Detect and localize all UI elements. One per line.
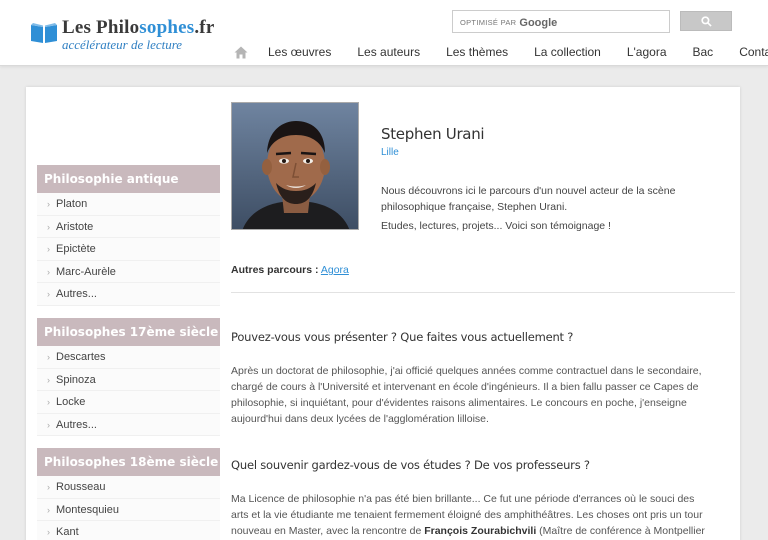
sidebar-heading[interactable]: Philosophie antique — [37, 165, 220, 193]
sidebar-item-autres[interactable]: › Autres... — [37, 283, 220, 306]
nav-agora[interactable]: L'agora — [627, 45, 667, 59]
open-book-icon — [31, 23, 57, 43]
nav-auteurs[interactable]: Les auteurs — [357, 45, 420, 59]
sidebar-item-kant[interactable]: › Kant — [37, 521, 220, 540]
sidebar-heading[interactable]: Philosophes 18ème siècle — [37, 448, 220, 476]
sidebar-item-autres[interactable]: › Autres... — [37, 414, 220, 436]
sidebar-item-aristote[interactable]: › Aristote — [37, 216, 220, 238]
chevron-right-icon: › — [47, 419, 50, 430]
chevron-right-icon: › — [47, 352, 50, 362]
sidebar-item-rousseau[interactable]: › Rousseau — [37, 476, 220, 499]
sidebar-item-spinoza[interactable]: › Spinoza — [37, 369, 220, 391]
search-input[interactable]: OPTIMISÉ PAR Google — [452, 10, 670, 33]
chevron-right-icon: › — [47, 527, 50, 537]
nav-collection[interactable]: La collection — [534, 45, 601, 59]
search-icon — [700, 15, 712, 27]
search-branding: OPTIMISÉ PAR Google — [460, 17, 558, 29]
chevron-right-icon: › — [47, 482, 50, 492]
sidebar-heading[interactable]: Philosophes 17ème siècle — [37, 318, 220, 346]
nav-themes[interactable]: Les thèmes — [446, 45, 508, 59]
main-nav: Les œuvres Les auteurs Les thèmes La col… — [226, 42, 768, 62]
profile-city[interactable]: Lille — [381, 147, 399, 158]
agora-link[interactable]: Agora — [321, 264, 349, 276]
logo-title: Les Philosophes.fr — [62, 17, 215, 38]
chevron-right-icon: › — [47, 244, 50, 254]
profile-name: Stephen Urani — [381, 125, 485, 143]
sidebar-section-17e: Philosophes 17ème siècle › Descartes › Spi… — [37, 318, 220, 436]
divider — [231, 292, 735, 293]
logo-tagline: accélérateur de lecture — [62, 37, 183, 52]
nav-home[interactable] — [226, 43, 256, 61]
other-paths: Autres parcours : Agora — [231, 264, 349, 276]
sidebar-section-18e: Philosophes 18ème siècle › Rousseau › Mont… — [37, 448, 220, 540]
google-wordmark: Google — [519, 17, 558, 29]
highlighted-name: François Zourabichvili — [424, 525, 537, 537]
sidebar-item-platon[interactable]: › Platon — [37, 193, 220, 216]
nav-contact[interactable]: Contact — [739, 45, 768, 59]
answer-paragraph: Après un doctorat de philosophie, j'ai o… — [231, 365, 702, 425]
other-paths-label: Autres parcours : — [231, 264, 319, 276]
profile-photo — [231, 102, 359, 230]
chevron-right-icon: › — [47, 504, 50, 515]
search-button[interactable] — [680, 11, 732, 31]
chevron-right-icon: › — [47, 221, 50, 232]
answer-paragraph: Ma Licence de philosophie n'a pas été bi… — [231, 493, 705, 537]
sidebar-item-descartes[interactable]: › Descartes — [37, 346, 220, 369]
nav-oeuvres[interactable]: Les œuvres — [268, 45, 331, 59]
chevron-right-icon: › — [47, 266, 50, 277]
question-heading: Pouvez-vous vous présenter ? Que faites … — [231, 330, 574, 344]
sidebar-item-epictete[interactable]: › Epictète — [37, 238, 220, 261]
chevron-right-icon: › — [47, 199, 50, 209]
sidebar-item-montesquieu[interactable]: › Montesquieu — [37, 499, 220, 521]
sidebar-section-antique: Philosophie antique › Platon › Aristote › E… — [37, 165, 220, 306]
content-card: Philosophie antique › Platon › Aristote › E… — [26, 87, 740, 540]
profile-intro-secondary: Etudes, lectures, projets... Voici son t… — [381, 220, 611, 232]
chevron-right-icon: › — [47, 289, 50, 299]
sidebar-item-locke[interactable]: › Locke — [37, 391, 220, 414]
question-heading: Quel souvenir gardez-vous de vos études … — [231, 458, 590, 472]
sidebar-item-marc-aurele[interactable]: › Marc-Aurèle — [37, 261, 220, 283]
nav-bac[interactable]: Bac — [693, 45, 714, 59]
chevron-right-icon: › — [47, 397, 50, 407]
profile-intro: Nous découvrons ici le parcours d'un nou… — [381, 185, 676, 213]
home-icon — [234, 46, 248, 58]
chevron-right-icon: › — [47, 374, 50, 385]
site-header: Les Philosophes.fr accélérateur de lectu… — [0, 0, 768, 66]
